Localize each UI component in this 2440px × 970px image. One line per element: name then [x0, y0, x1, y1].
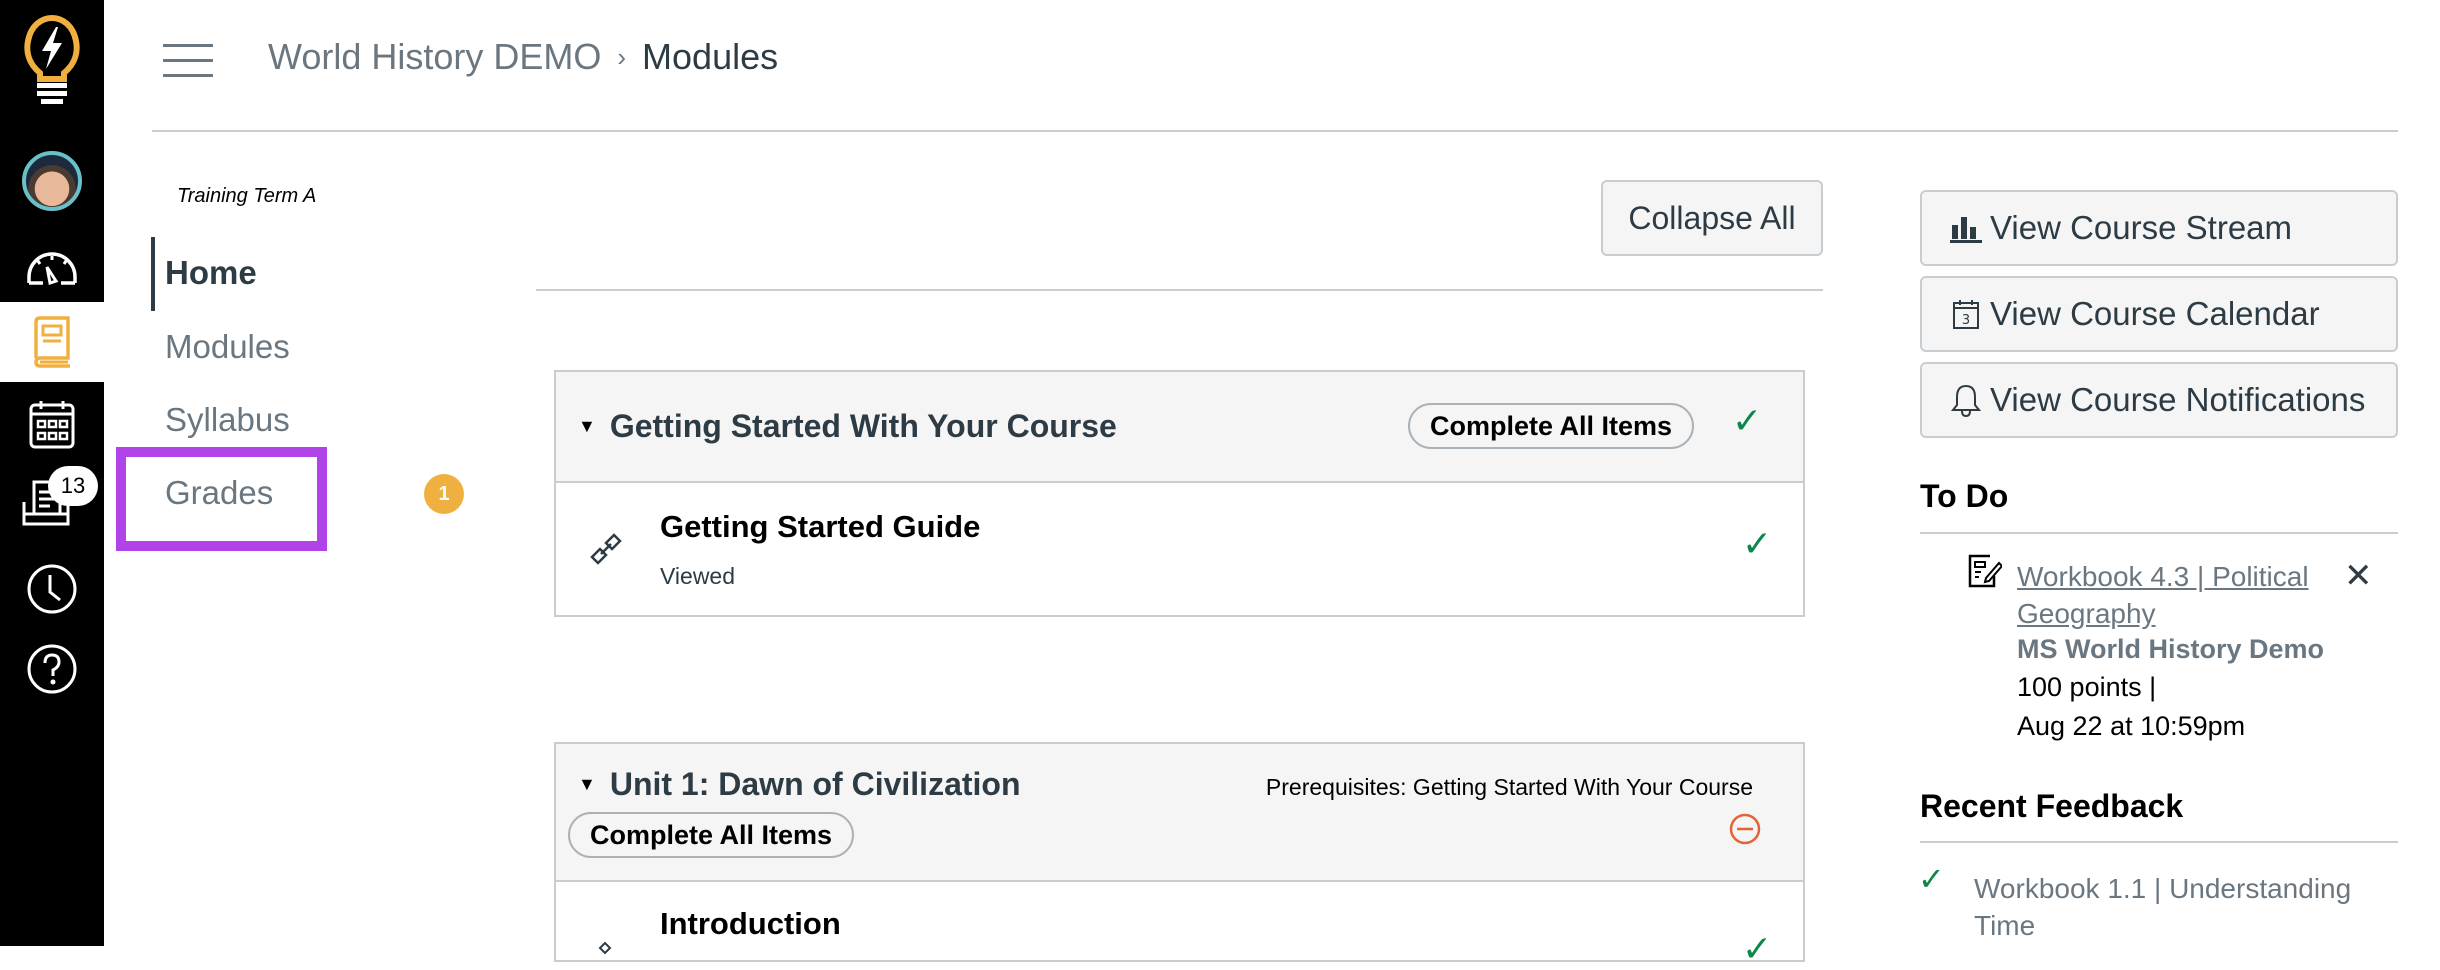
feedback-check-icon: ✓ — [1918, 861, 1945, 897]
module-item-title[interactable]: Getting Started Guide — [660, 509, 980, 545]
module-title[interactable]: ▼ Getting Started With Your Course — [578, 408, 1117, 445]
view-course-stream-button[interactable]: View Course Stream — [1920, 190, 2398, 266]
breadcrumb-course-link[interactable]: World History DEMO — [268, 36, 601, 78]
hamburger-icon — [163, 44, 213, 47]
todo-heading: To Do — [1920, 478, 2009, 514]
course-nav-syllabus[interactable]: Syllabus — [165, 401, 290, 439]
header-divider — [152, 130, 2398, 132]
help-icon — [27, 644, 77, 694]
breadcrumb: World History DEMO › Modules — [268, 36, 778, 78]
term-label: Training Term A — [177, 185, 317, 207]
recent-feedback-heading: Recent Feedback — [1920, 788, 2184, 824]
grades-unread-badge: 1 — [424, 474, 464, 514]
course-menu-toggle-button[interactable] — [163, 44, 213, 78]
course-nav-home[interactable]: Home — [165, 254, 257, 292]
recent-feedback-divider — [1920, 841, 2398, 843]
module-title[interactable]: ▼ Unit 1: Dawn of Civilization — [578, 766, 1021, 803]
module-header[interactable]: ▼ Getting Started With Your Course Compl… — [556, 372, 1803, 483]
link-icon — [598, 941, 612, 955]
grades-highlight-box — [116, 447, 327, 551]
active-indicator — [151, 237, 155, 311]
calendar-icon — [29, 401, 75, 449]
clock-icon — [27, 564, 77, 614]
module-item-title[interactable]: Introduction — [660, 906, 841, 942]
module-completed-check-icon: ✓ — [1732, 400, 1763, 441]
module-item[interactable]: Getting Started Guide Viewed ✓ — [556, 483, 1803, 615]
lightbulb-logo-icon — [24, 15, 80, 104]
todo-item-points: 100 points | — [2017, 672, 2157, 702]
complete-all-items-button[interactable]: Complete All Items — [1408, 403, 1695, 449]
todo-item-course: MS World History Demo — [2017, 634, 2325, 664]
module-locked-icon — [1729, 813, 1761, 845]
view-course-calendar-button[interactable]: 3 View Course Calendar — [1920, 276, 2398, 352]
module-unit-1: ▼ Unit 1: Dawn of Civilization Prerequis… — [554, 742, 1805, 969]
item-completed-check-icon: ✓ — [1742, 523, 1773, 564]
dashboard-nav-item[interactable] — [0, 236, 104, 298]
breadcrumb-separator-icon: › — [617, 41, 627, 72]
bar-chart-icon — [1950, 212, 1982, 244]
todo-divider — [1920, 532, 2398, 534]
module-item-status: Viewed — [660, 563, 736, 589]
calendar-icon: 3 — [1950, 298, 1982, 330]
module-getting-started: ▼ Getting Started With Your Course Compl… — [554, 370, 1805, 617]
caret-down-icon: ▼ — [578, 774, 596, 794]
inbox-unread-badge: 13 — [48, 466, 98, 506]
help-nav-item[interactable] — [0, 636, 104, 702]
link-icon — [590, 533, 622, 565]
courses-nav-item[interactable] — [0, 302, 104, 382]
dashboard-icon — [27, 252, 77, 285]
feedback-item-link[interactable]: Workbook 1.1 | Understanding Time — [1974, 870, 2394, 944]
breadcrumb-current: Modules — [642, 36, 779, 77]
history-nav-item[interactable] — [0, 556, 104, 622]
calendar-nav-item[interactable] — [0, 396, 104, 452]
account-nav-item[interactable] — [0, 148, 104, 214]
module-item[interactable]: Introduction ✓ — [556, 882, 1803, 969]
book-icon — [34, 316, 70, 368]
module-prerequisites: Prerequisites: Getting Started With Your… — [1265, 774, 1753, 800]
global-navigation: 13 — [0, 0, 104, 946]
logo-link[interactable] — [0, 10, 104, 110]
todo-item-due-date: Aug 22 at 10:59pm — [2017, 711, 2246, 741]
item-completed-check-icon: ✓ — [1742, 928, 1773, 969]
dismiss-todo-button[interactable]: ✕ — [2344, 556, 2373, 596]
caret-down-icon: ▼ — [578, 416, 596, 436]
assignment-icon — [1968, 554, 2002, 588]
view-course-notifications-button[interactable]: View Course Notifications — [1920, 362, 2398, 438]
complete-all-items-button[interactable]: Complete All Items — [568, 812, 855, 858]
collapse-all-button[interactable]: Collapse All — [1601, 180, 1823, 256]
avatar — [22, 151, 82, 211]
course-nav-modules[interactable]: Modules — [165, 328, 290, 366]
svg-text:3: 3 — [1962, 313, 1970, 328]
bell-icon — [1950, 384, 1982, 417]
module-header[interactable]: ▼ Unit 1: Dawn of Civilization Prerequis… — [556, 744, 1803, 882]
main-divider — [536, 289, 1823, 291]
todo-item-link[interactable]: Workbook 4.3 | Political Geography — [2017, 558, 2347, 632]
